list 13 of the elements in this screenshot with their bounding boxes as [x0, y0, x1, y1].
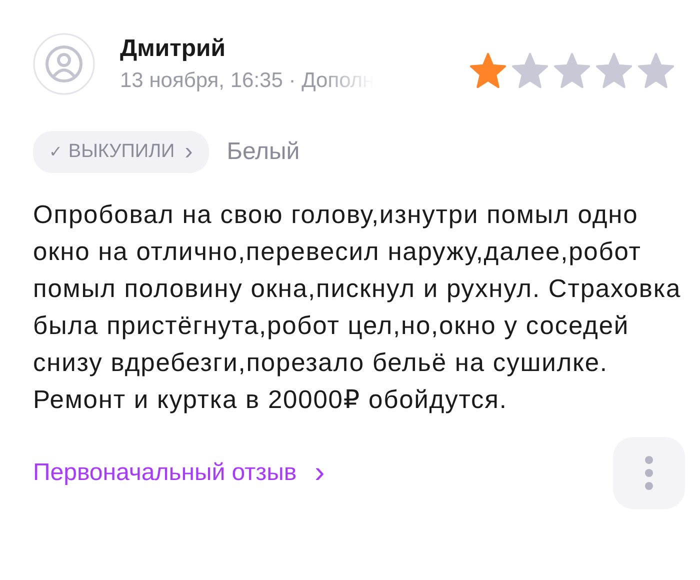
- variant-label: Белый: [226, 138, 300, 166]
- star-icon: [636, 52, 676, 90]
- more-icon: [643, 455, 655, 491]
- star-icon: [594, 52, 634, 90]
- purchased-badge[interactable]: ✓ ВЫКУПИЛИ ›: [33, 131, 209, 173]
- review-text: Опробовал на свою голову,изнутри помыл одно окно на отлично,перевесил наружу,далее,робот помыл половину окна,пискнул и рухнул. Страховка была пристёгнута,робот цел,но,окно у соседей снизу вдребезги,порезало бельё на сушилке. Ремонт и куртка в 20000₽ обойдутся.: [33, 200, 682, 416]
- original-review-link[interactable]: Первоначальный отзыв ›: [33, 456, 325, 490]
- star-icon: [510, 52, 550, 90]
- avatar-icon: [33, 33, 95, 95]
- author-name: Дмитрий: [120, 35, 227, 63]
- star-icon: [468, 52, 508, 90]
- more-button[interactable]: [613, 437, 685, 509]
- star-icon: [552, 52, 592, 90]
